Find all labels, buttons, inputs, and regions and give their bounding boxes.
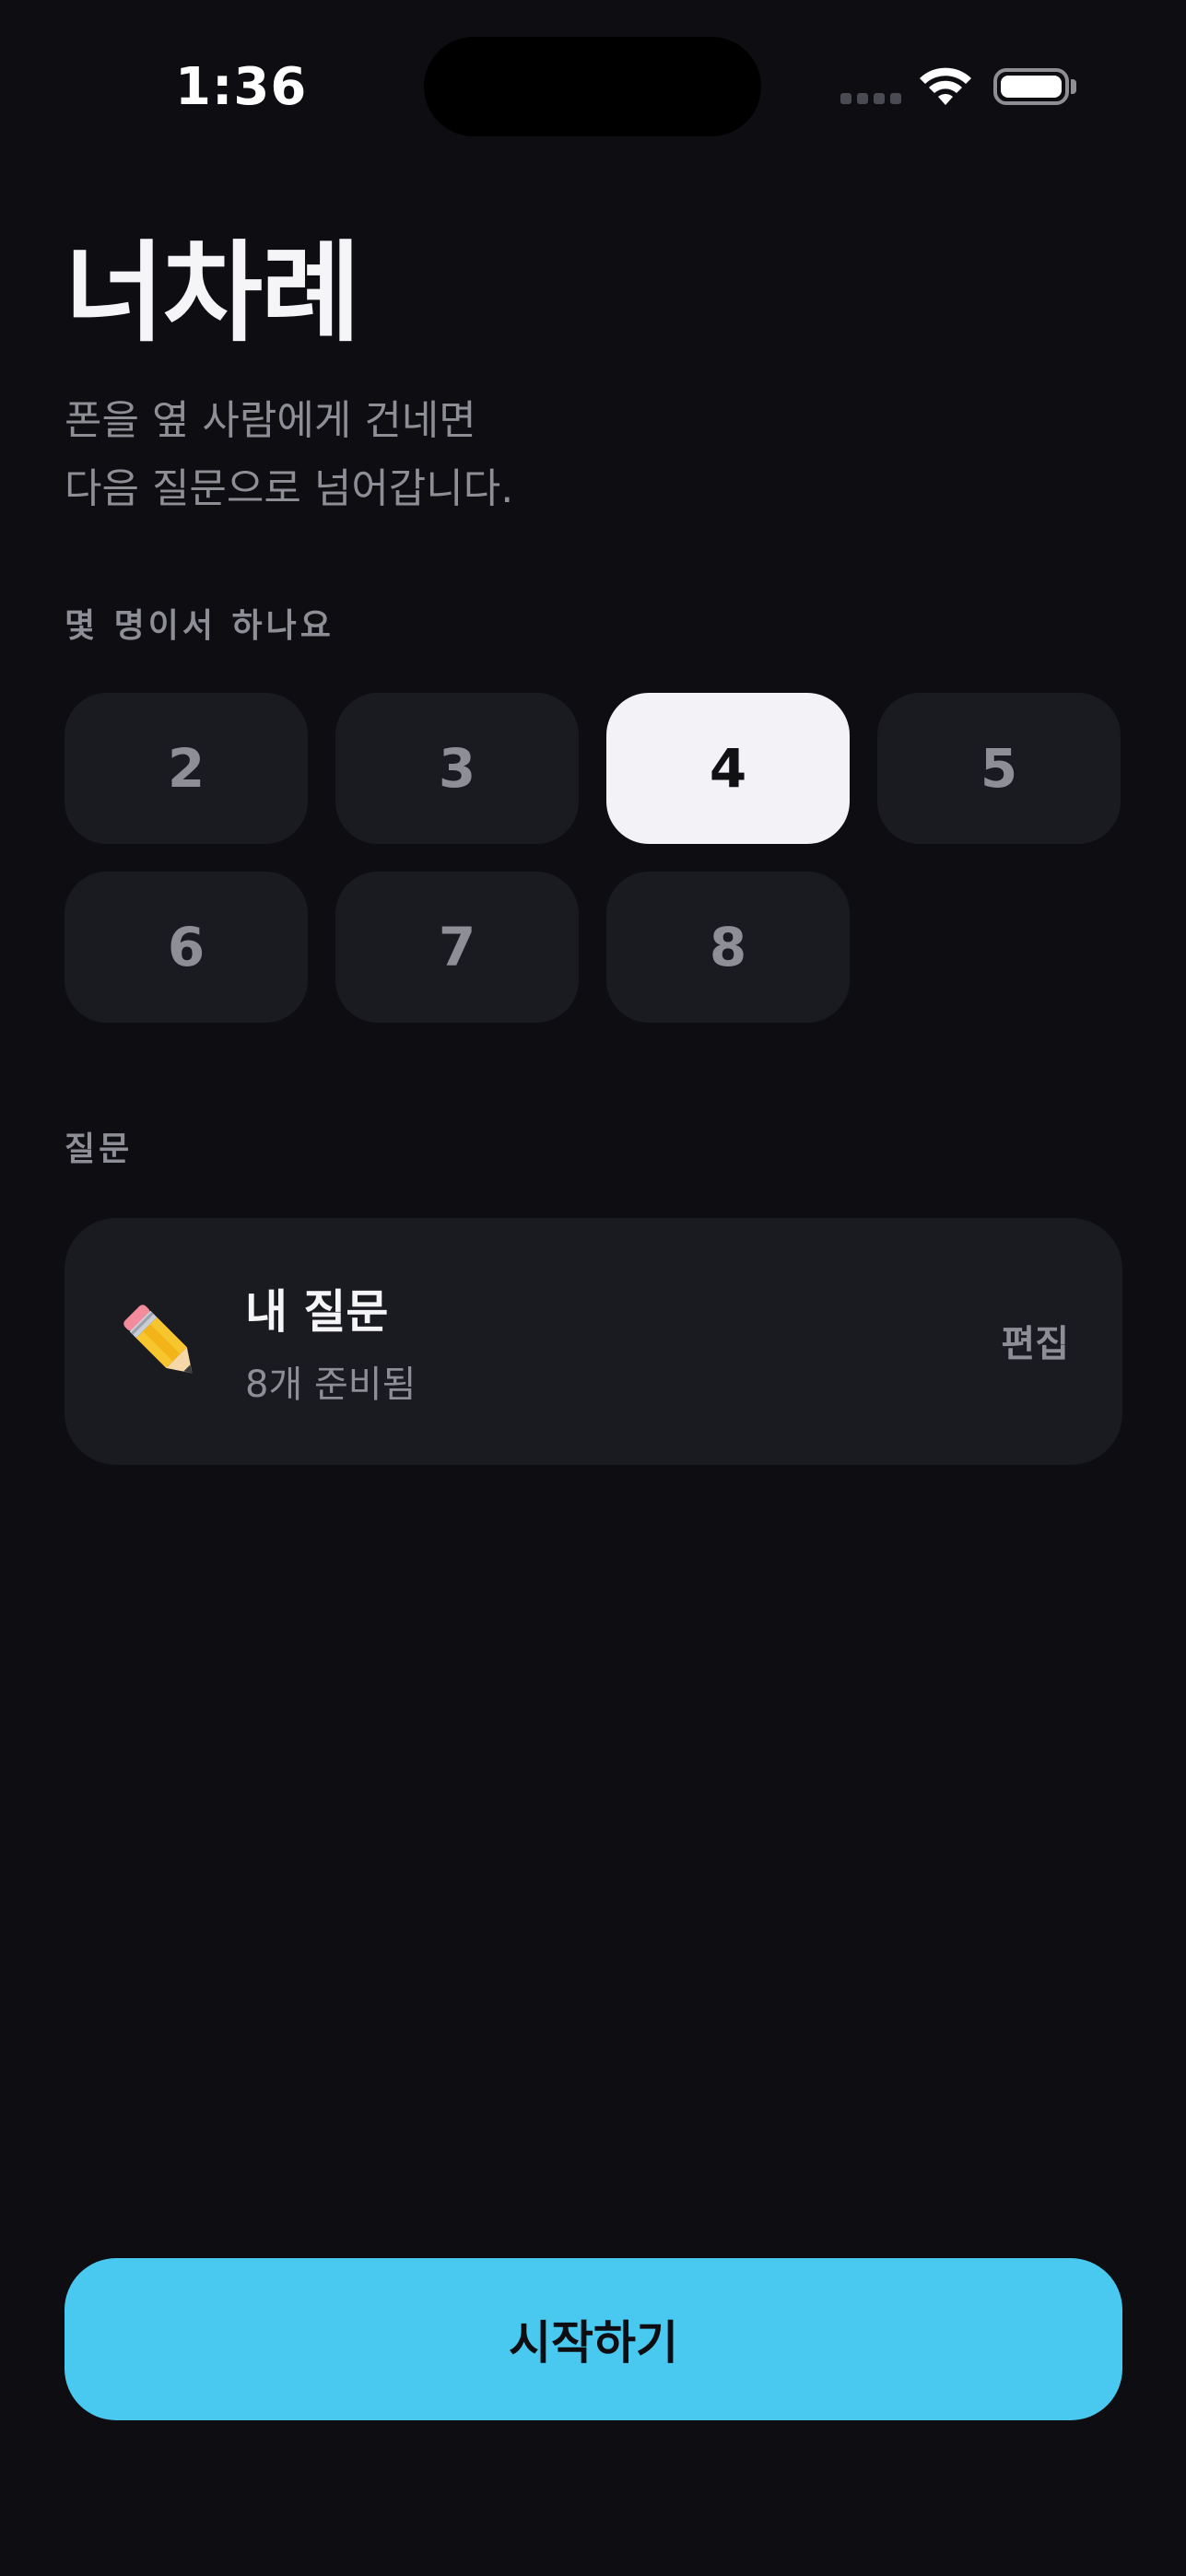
player-count-option-3[interactable]: 3 (335, 693, 579, 844)
start-button[interactable]: 시작하기 (65, 2258, 1122, 2420)
status-bar: 1:36 (0, 0, 1186, 175)
questions-label: 질문 (65, 1130, 134, 1168)
wifi-icon (920, 67, 971, 105)
pencil-icon (123, 1305, 193, 1374)
player-count-option-8[interactable]: 8 (606, 872, 850, 1023)
player-count-label: 몇 명이서 하나요 (65, 607, 335, 645)
cellular-signal-icon (840, 93, 901, 104)
question-set-count: 8개 준비됨 (245, 1364, 417, 1406)
player-count-option-7[interactable]: 7 (335, 872, 579, 1023)
subtitle-line-2: 다음 질문으로 넘어갑니다. (65, 465, 514, 512)
page-title: 너차례 (65, 229, 361, 357)
question-set-card[interactable]: 내 질문 8개 준비됨 편집 (65, 1218, 1122, 1465)
status-time: 1:36 (175, 57, 308, 117)
player-count-grid: 2 3 4 5 6 7 8 (65, 693, 1122, 1023)
player-count-option-6[interactable]: 6 (65, 872, 308, 1023)
battery-tip (1071, 79, 1076, 94)
player-count-option-2[interactable]: 2 (65, 693, 308, 844)
page-subtitle: 폰을 옆 사람에게 건네면 다음 질문으로 넘어갑니다. (65, 387, 513, 523)
edit-questions-button[interactable]: 편집 (1001, 1314, 1069, 1367)
battery-icon (993, 68, 1069, 105)
question-set-title: 내 질문 (245, 1285, 389, 1339)
player-count-option-4[interactable]: 4 (606, 693, 850, 844)
subtitle-line-1: 폰을 옆 사람에게 건네면 (65, 397, 476, 444)
player-count-option-5[interactable]: 5 (877, 693, 1121, 844)
dynamic-island (424, 37, 761, 136)
